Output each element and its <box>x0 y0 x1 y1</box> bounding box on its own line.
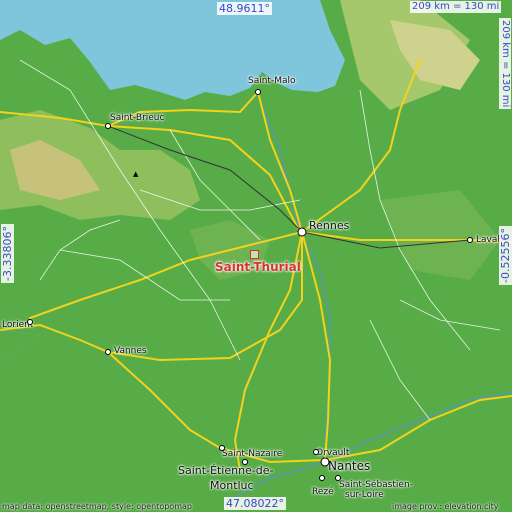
city-label-rennes: Rennes <box>309 219 350 232</box>
top-latitude-label: 48.9611° <box>217 2 272 15</box>
bottom-latitude-label: 47.08022° <box>224 497 286 510</box>
city-label-saint-malo: Saint-Malo <box>248 76 296 86</box>
city-label-saint-sebastien-line2: sur-Loire <box>345 490 384 500</box>
location-marker-icon[interactable] <box>250 250 259 259</box>
focus-place-label: Saint-Thurial <box>215 260 301 274</box>
attribution-left: map data: openstreetmap, style: opentopo… <box>2 502 192 511</box>
right-longitude-label: -0.52556° <box>499 226 512 285</box>
city-label-saint-nazaire: Saint-Nazaire <box>222 449 283 459</box>
city-label-nantes: Nantes <box>328 459 371 473</box>
city-label-reze: Rezé <box>312 487 334 497</box>
horizontal-scale-label: 209 km = 130 mi <box>410 1 502 13</box>
city-label-saint-brieuc: Saint-Brieuc <box>110 113 165 123</box>
city-label-saint-etienne-line1: Saint-Étienne-de- <box>178 464 274 477</box>
city-label-lorient: Lorient <box>2 320 34 330</box>
left-longitude-label: -3.33806° <box>1 224 14 283</box>
city-label-saint-etienne-line2: Montluc <box>210 479 254 492</box>
map-canvas[interactable]: ▲ 48.9611° 47.08022° -3.33806° -0.52556°… <box>0 0 512 512</box>
city-label-vannes: Vannes <box>114 346 147 356</box>
city-label-laval: Laval <box>476 235 500 245</box>
attribution-right: image prov.: elevation.city <box>392 502 499 511</box>
vertical-scale-label: 209 km = 130 mi <box>499 18 511 110</box>
city-label-saint-sebastien-line1: Saint-Sébastien- <box>339 480 413 490</box>
city-label-orvault: Orvault <box>316 448 350 458</box>
peak-icon: ▲ <box>133 170 139 178</box>
